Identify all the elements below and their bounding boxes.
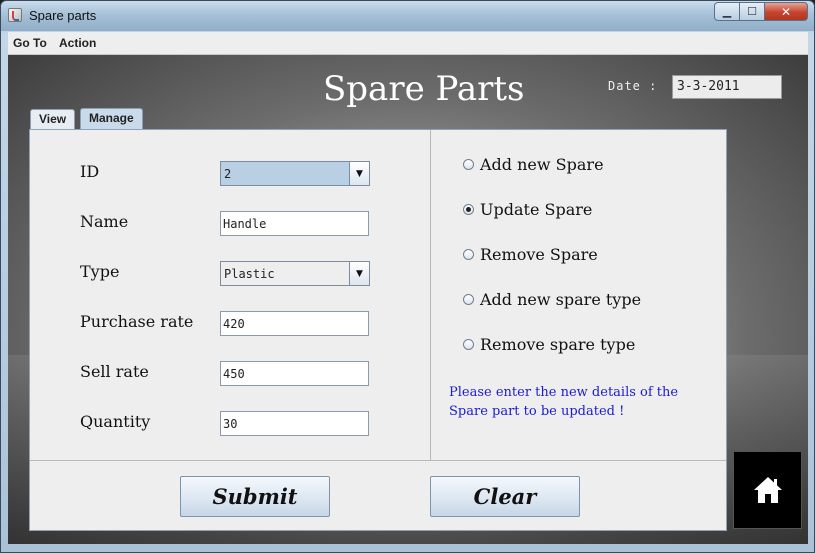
content-area: Spare Parts Date : 3-3-2011 View Manage …: [8, 55, 808, 544]
menu-bar: Go To Action: [8, 32, 808, 55]
title-bar[interactable]: Spare parts ▁ ☐ ✕: [1, 1, 814, 31]
manage-panel: ID 2 ▼ Name Handle Type Plastic ▼ Purcha…: [29, 129, 727, 531]
minimize-button[interactable]: ▁: [714, 2, 740, 21]
chevron-down-icon[interactable]: ▼: [349, 262, 369, 285]
radio-label: Remove spare type: [480, 335, 636, 354]
page-title: Spare Parts: [323, 69, 525, 109]
type-combobox[interactable]: Plastic ▼: [220, 261, 370, 286]
date-label: Date :: [608, 79, 658, 93]
maximize-icon: ☐: [747, 5, 757, 18]
maximize-button[interactable]: ☐: [739, 2, 765, 21]
id-combobox[interactable]: 2 ▼: [220, 161, 370, 186]
submit-button[interactable]: Submit: [180, 476, 330, 517]
radio-button[interactable]: [463, 294, 474, 305]
quantity-field[interactable]: 30: [220, 411, 369, 436]
close-icon: ✕: [780, 4, 792, 19]
id-combobox-value: 2: [221, 162, 349, 185]
window-title: Spare parts: [29, 8, 97, 23]
radio-button[interactable]: [463, 249, 474, 260]
quantity-label: Quantity: [80, 412, 151, 431]
name-field[interactable]: Handle: [220, 211, 369, 236]
home-button[interactable]: [733, 451, 802, 529]
radio-label: Add new spare type: [480, 290, 642, 309]
sell-rate-label: Sell rate: [80, 362, 149, 381]
type-label: Type: [80, 262, 120, 281]
horizontal-divider: [30, 460, 726, 461]
minimize-icon: ▁: [722, 5, 732, 18]
id-label: ID: [80, 162, 100, 181]
radio-add-new-spare[interactable]: Add new Spare: [463, 155, 604, 174]
info-message: Please enter the new details of the Spar…: [449, 385, 679, 419]
chevron-down-icon[interactable]: ▼: [349, 162, 369, 185]
radio-remove-spare[interactable]: Remove Spare: [463, 245, 598, 264]
name-label: Name: [80, 212, 129, 231]
sell-rate-field[interactable]: 450: [220, 361, 369, 386]
window-controls: ▁ ☐ ✕: [714, 2, 808, 21]
radio-button[interactable]: [463, 159, 474, 170]
radio-add-new-spare-type[interactable]: Add new spare type: [463, 290, 641, 309]
type-combobox-value: Plastic: [221, 262, 349, 285]
date-field[interactable]: 3-3-2011: [672, 75, 782, 99]
close-button[interactable]: ✕: [764, 2, 808, 21]
app-window: Spare parts ▁ ☐ ✕ Go To Action Spare Par…: [0, 0, 815, 553]
radio-label: Update Spare: [480, 200, 593, 219]
vertical-divider: [430, 130, 431, 460]
tab-view[interactable]: View: [30, 109, 76, 129]
purchase-rate-field[interactable]: 420: [220, 311, 369, 336]
radio-remove-spare-type[interactable]: Remove spare type: [463, 335, 635, 354]
menu-action[interactable]: Action: [59, 36, 96, 50]
java-app-icon: [8, 8, 22, 22]
tab-manage[interactable]: Manage: [80, 108, 143, 130]
radio-label: Remove Spare: [480, 245, 598, 264]
radio-update-spare[interactable]: Update Spare: [463, 200, 592, 219]
radio-button-selected[interactable]: [463, 204, 474, 215]
radio-button[interactable]: [463, 339, 474, 350]
clear-button[interactable]: Clear: [430, 476, 580, 517]
radio-label: Add new Spare: [480, 155, 604, 174]
menu-go-to[interactable]: Go To: [13, 36, 47, 50]
purchase-rate-label: Purchase rate: [80, 312, 194, 331]
home-icon: [753, 477, 782, 503]
